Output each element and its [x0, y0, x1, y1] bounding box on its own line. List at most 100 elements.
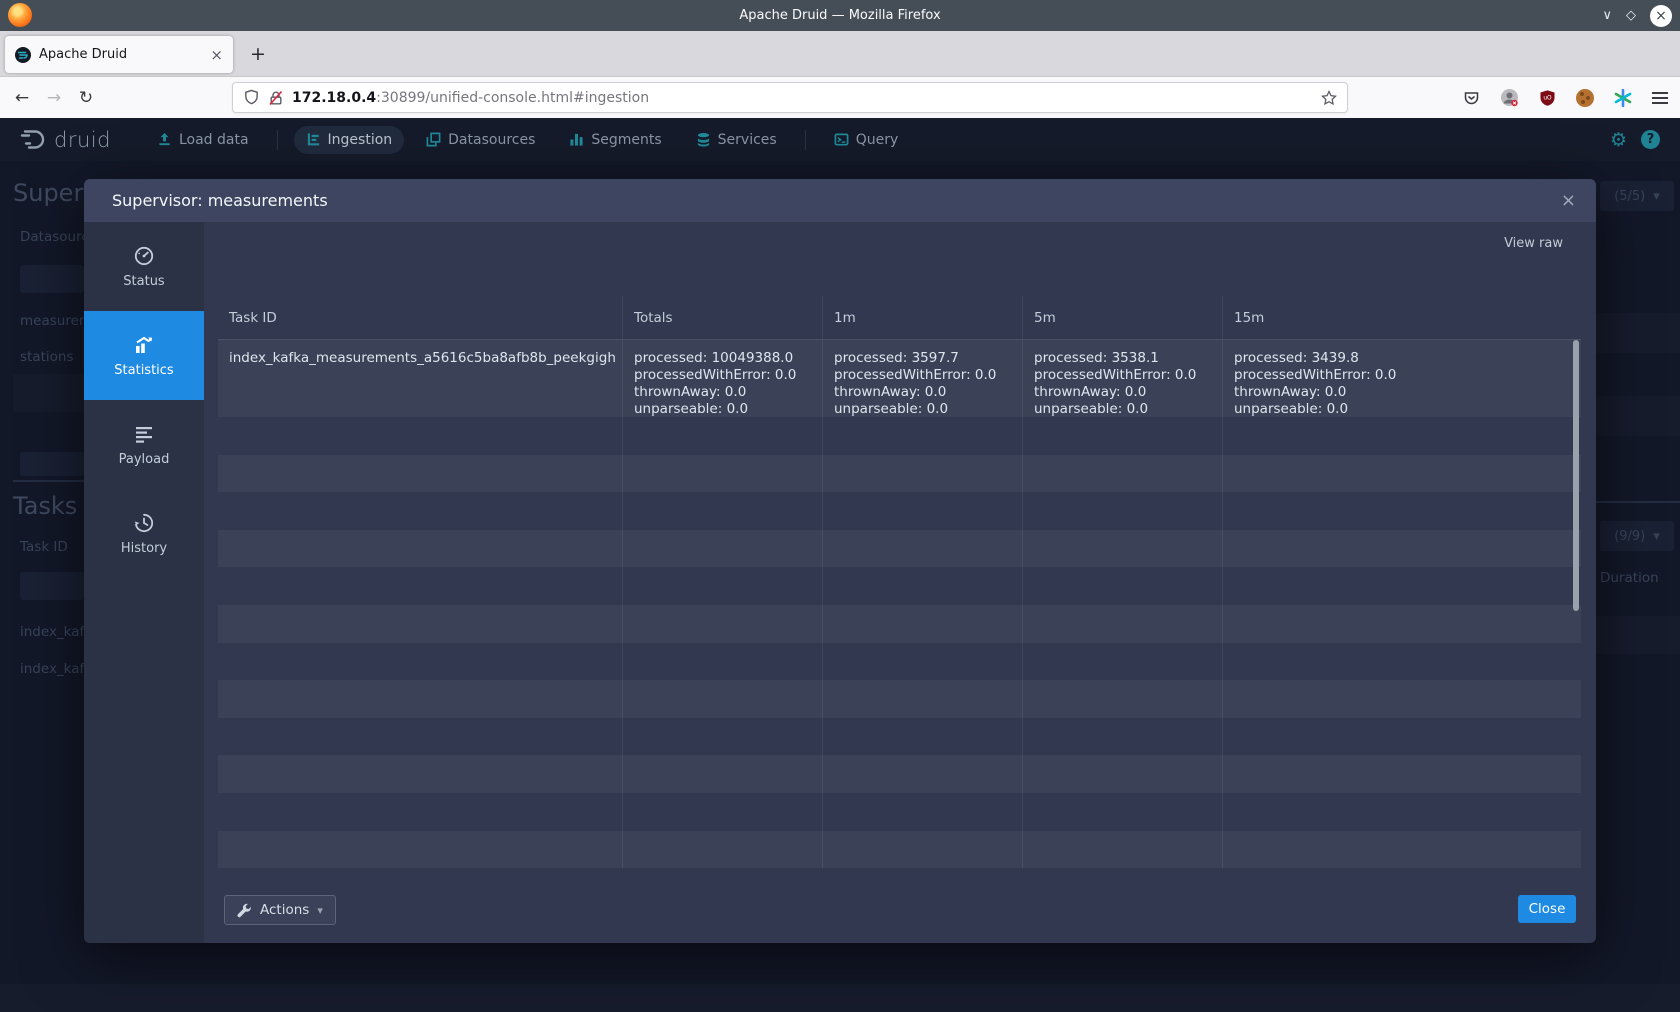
tab-statistics[interactable]: Statistics	[84, 311, 204, 400]
extension-asterisk-icon[interactable]	[1614, 89, 1632, 107]
table-cell	[1222, 793, 1581, 831]
tasks-count-dropdown[interactable]: (9/9) ▾	[1600, 521, 1674, 551]
nav-item-services[interactable]: Services	[684, 126, 789, 154]
nav-label: Services	[718, 132, 777, 148]
window-minimize-button[interactable]: ∨	[1602, 8, 1612, 23]
table-scrollbar[interactable]	[1573, 340, 1579, 611]
table-row-stripe	[13, 374, 84, 412]
view-raw-link[interactable]: View raw	[1504, 236, 1563, 251]
ublock-icon[interactable]: uO	[1539, 89, 1556, 107]
account-icon[interactable]	[1500, 88, 1519, 107]
reload-button[interactable]: ↻	[70, 88, 102, 108]
datasource-filter-input[interactable]	[20, 265, 84, 293]
table-cell	[1022, 755, 1222, 793]
actions-button[interactable]: Actions ▾	[224, 895, 336, 925]
stat-line: unparseable: 0.0	[1034, 401, 1222, 417]
dialog-close-icon[interactable]: ×	[1561, 179, 1576, 222]
tab-history[interactable]: History	[84, 489, 204, 578]
table-cell	[822, 831, 1022, 869]
column-header-15m[interactable]: 15m	[1222, 296, 1581, 339]
table-cell	[1222, 530, 1581, 568]
pagination-box[interactable]	[20, 452, 84, 476]
tab-status[interactable]: Status	[84, 222, 204, 311]
table-cell	[622, 718, 822, 756]
help-icon[interactable]: ?	[1641, 130, 1660, 149]
table-cell	[822, 417, 1022, 455]
nav-item-segments[interactable]: Segments	[557, 126, 673, 154]
task-filter-input[interactable]	[20, 572, 84, 600]
table-cell	[1222, 680, 1581, 718]
close-button[interactable]: Close	[1518, 895, 1576, 923]
browser-tab[interactable]: Apache Druid ×	[5, 36, 233, 73]
column-header-totals[interactable]: Totals	[622, 296, 822, 339]
window-close-button[interactable]: ×	[1650, 5, 1672, 27]
table-row[interactable]: index_kafka_measurements_a5616c5ba8afb8b…	[218, 340, 1581, 417]
datasource-column-header: Datasourc	[20, 229, 89, 245]
column-header-task-id[interactable]: Task ID	[218, 296, 622, 339]
table-empty-rows	[218, 417, 1581, 868]
cookie-icon[interactable]	[1576, 89, 1594, 107]
supervisors-count-dropdown[interactable]: (5/5) ▾	[1600, 181, 1674, 211]
table-row-empty	[218, 492, 1581, 530]
task-row[interactable]: index_kafk	[20, 624, 92, 640]
stat-line: unparseable: 0.0	[1234, 401, 1581, 417]
table-cell	[1222, 567, 1581, 605]
nav-label: Load data	[179, 132, 249, 148]
supervisor-row[interactable]: stations	[20, 349, 74, 365]
tab-payload[interactable]: Payload	[84, 400, 204, 489]
ingestion-icon	[306, 132, 321, 147]
table-cell	[1022, 605, 1222, 643]
window-restore-button[interactable]: ◇	[1626, 8, 1636, 23]
menu-icon[interactable]	[1652, 92, 1668, 104]
stat-line: processed: 3538.1	[1034, 350, 1222, 367]
duration-column-header: Duration	[1600, 570, 1659, 586]
task-row[interactable]: index_kafk	[20, 661, 92, 677]
insecure-lock-icon[interactable]	[268, 90, 284, 106]
nav-item-query[interactable]: Query	[822, 126, 911, 154]
table-row-empty	[218, 567, 1581, 605]
table-cell	[218, 680, 622, 718]
tab-bar: Apache Druid × +	[0, 31, 1680, 77]
url-text[interactable]: 172.18.0.4:30899/unified-console.html#in…	[292, 90, 1313, 106]
tracking-shield-icon[interactable]	[243, 89, 260, 106]
tab-label: History	[121, 541, 167, 556]
dialog-sidebar: Status Statistics Payload	[84, 222, 204, 943]
table-row-empty	[218, 417, 1581, 455]
table-cell	[218, 417, 622, 455]
forward-button[interactable]: →	[38, 88, 70, 108]
nav-item-ingestion[interactable]: Ingestion	[294, 126, 405, 154]
nav-item-load-data[interactable]: Load data	[145, 126, 261, 154]
nav-item-datasources[interactable]: Datasources	[414, 126, 547, 154]
table-row-empty	[218, 455, 1581, 493]
table-cell	[1022, 417, 1222, 455]
column-header-5m[interactable]: 5m	[1022, 296, 1222, 339]
table-cell	[218, 831, 622, 869]
back-button[interactable]: ←	[6, 88, 38, 108]
table-cell	[622, 831, 822, 869]
table-cell	[218, 567, 622, 605]
supervisor-row[interactable]: measurem	[20, 313, 92, 329]
table-cell	[1022, 530, 1222, 568]
table-cell	[1222, 605, 1581, 643]
druid-logo[interactable]: druid	[18, 127, 111, 153]
column-header-1m[interactable]: 1m	[822, 296, 1022, 339]
table-cell	[1022, 567, 1222, 605]
settings-gear-icon[interactable]: ⚙	[1610, 129, 1627, 151]
table-cell	[1022, 492, 1222, 530]
table-cell	[1222, 643, 1581, 681]
table-row-empty	[218, 793, 1581, 831]
nav-label: Datasources	[448, 132, 535, 148]
new-tab-button[interactable]: +	[244, 40, 272, 68]
section-divider	[1596, 501, 1680, 503]
table-row-empty	[218, 718, 1581, 756]
table-cell	[822, 530, 1022, 568]
table-cell	[822, 755, 1022, 793]
bookmark-star-icon[interactable]	[1321, 90, 1337, 106]
tab-close-icon[interactable]: ×	[210, 46, 223, 64]
table-cell	[822, 455, 1022, 493]
tasks-count: (9/9)	[1614, 529, 1645, 544]
druid-wordmark: druid	[54, 128, 111, 152]
pocket-icon[interactable]	[1463, 90, 1480, 106]
svg-text:uO: uO	[1543, 95, 1552, 101]
url-bar[interactable]: 172.18.0.4:30899/unified-console.html#in…	[232, 82, 1348, 113]
